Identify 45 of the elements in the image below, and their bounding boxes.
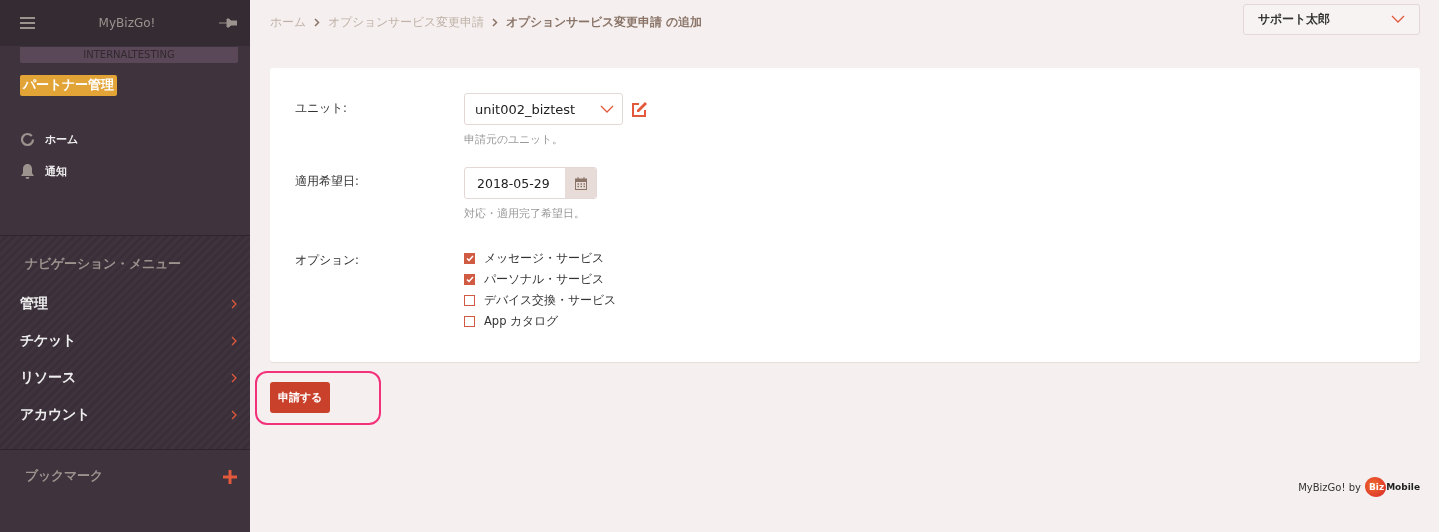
plus-icon[interactable] bbox=[223, 469, 237, 484]
sidebar-link[interactable]: 通知 bbox=[20, 163, 250, 179]
nav-item[interactable]: リソース bbox=[0, 359, 250, 396]
footer-text: MyBizGo! by bbox=[1298, 481, 1361, 493]
app-title: MyBizGo! bbox=[98, 16, 156, 30]
chevron-icon bbox=[231, 409, 237, 420]
breadcrumb-link[interactable]: オプションサービス変更申請 の追加 bbox=[506, 14, 702, 30]
checkbox[interactable] bbox=[464, 253, 475, 264]
nav-item[interactable]: アカウント bbox=[0, 396, 250, 433]
help-text: 申請元のユニット。 bbox=[464, 133, 564, 147]
section-heading: ブックマーク bbox=[25, 468, 103, 485]
checkbox[interactable] bbox=[464, 274, 475, 285]
nav-item[interactable]: 管理 bbox=[0, 285, 250, 322]
checkbox[interactable] bbox=[464, 295, 475, 306]
chevron-icon bbox=[231, 335, 237, 346]
bell-icon bbox=[20, 163, 35, 179]
field-label: 適用希望日: bbox=[295, 173, 360, 190]
chevron-icon bbox=[231, 298, 237, 309]
option-label: メッセージ・サービス bbox=[484, 251, 604, 266]
ring-icon bbox=[20, 132, 35, 147]
chevron-icon bbox=[231, 372, 237, 383]
edit-icon[interactable] bbox=[631, 100, 648, 118]
nav-item[interactable]: チケット bbox=[0, 322, 250, 359]
help-text: 対応・適用完了希望日。 bbox=[464, 207, 586, 221]
submit-button[interactable]: 申請する bbox=[270, 382, 330, 413]
pin-icon[interactable] bbox=[219, 18, 237, 28]
field-label: ユニット: bbox=[295, 100, 348, 117]
caret-icon bbox=[600, 105, 614, 113]
date-field[interactable]: 2018-05-29 bbox=[464, 167, 597, 199]
company-logo: Biz Mobile bbox=[1364, 477, 1420, 497]
section-heading: ナビゲーション・メニュー bbox=[24, 256, 182, 273]
user-menu[interactable]: サポート太郎 bbox=[1243, 3, 1420, 35]
chevron-icon bbox=[314, 17, 320, 27]
unit-select[interactable]: unit002_biztest bbox=[464, 93, 623, 125]
option-label: App カタログ bbox=[484, 314, 559, 329]
menu-icon[interactable] bbox=[20, 17, 35, 29]
option-label: パーソナル・サービス bbox=[484, 272, 604, 287]
calendar-icon[interactable] bbox=[574, 176, 587, 190]
checkbox[interactable] bbox=[464, 316, 475, 327]
option-label: デバイス交換・サービス bbox=[484, 293, 616, 308]
chevron-icon bbox=[492, 17, 498, 27]
caret-icon bbox=[1391, 15, 1405, 23]
field-label: オプション: bbox=[295, 252, 360, 269]
sidebar-link[interactable]: ホーム bbox=[20, 132, 250, 147]
role-badge: パートナー管理 bbox=[20, 75, 117, 96]
